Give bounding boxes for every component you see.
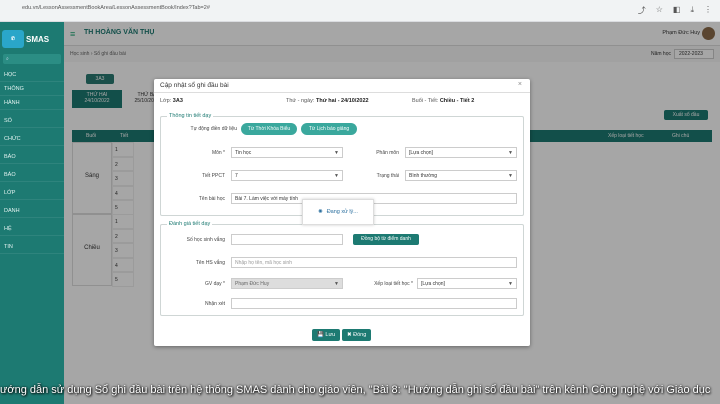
absent-names-label: Tên HS vắng <box>195 260 225 266</box>
auto-fill-label: Tự động điền dữ liệu <box>190 126 237 132</box>
sidebar-item-4[interactable]: SỔ <box>0 114 64 128</box>
chevron-down-icon: ▼ <box>508 150 513 156</box>
subject-select[interactable]: Tin học ▼ <box>231 147 343 158</box>
comment-input[interactable] <box>231 298 517 309</box>
browser-toolbar: ⤴ ☆ ◧ ⤓ ⋮ <box>638 5 712 16</box>
absent-names-input[interactable]: Nhập họ tên, mã học sinh <box>231 257 517 268</box>
sidebar: ✆ SMAS ⌕ HỌC THÔNG HÀNH SỔ CHỨC BÁO BÁO … <box>0 22 64 404</box>
part-label: Phân môn <box>376 150 399 156</box>
loading-indicator: ✺ Đang xử lý... <box>302 199 374 225</box>
browser-bar: edu.vn/LessonAssessmentBookArea/LessonAs… <box>0 0 720 22</box>
section-title: Thông tin tiết dạy <box>167 113 214 119</box>
comment-label: Nhận xét <box>204 301 225 307</box>
chevron-down-icon: ▼ <box>508 173 513 179</box>
spinner-icon: ✺ <box>318 209 323 215</box>
sidebar-item-9[interactable]: DANH <box>0 204 64 218</box>
lesson-label: Tên bài học <box>198 196 225 202</box>
dialog-title: Cập nhật sổ ghi đầu bài <box>160 82 229 89</box>
status-select[interactable]: Bình thường ▼ <box>405 170 517 181</box>
sidebar-item-5[interactable]: CHỨC <box>0 132 64 146</box>
logo-badge: ✆ <box>2 30 24 48</box>
teacher-label: GV dạy * <box>204 281 225 287</box>
sidebar-item-6[interactable]: BÁO <box>0 150 64 164</box>
fill-from-schedule-button[interactable]: Từ Lịch báo giảng <box>301 123 357 135</box>
ppct-select[interactable]: 7 ▼ <box>231 170 343 181</box>
chevron-down-icon: ▼ <box>334 173 339 179</box>
rating-select[interactable]: [Lựa chọn] ▼ <box>417 278 517 289</box>
sidebar-item-7[interactable]: BÁO <box>0 168 64 182</box>
fill-from-timetable-button[interactable]: Từ Thời Khóa Biểu <box>241 123 297 135</box>
chevron-down-icon: ▼ <box>334 150 339 156</box>
lesson-input[interactable]: Bài 7. Làm việc với máy tính <box>231 193 517 204</box>
close-icon[interactable]: × <box>518 81 522 88</box>
logo: ✆ SMAS <box>0 28 64 50</box>
sidebar-item-3[interactable]: HÀNH <box>0 96 64 110</box>
divider <box>154 92 530 93</box>
ppct-label: Tiết PPCT <box>202 173 225 179</box>
sidebar-item-11[interactable]: TIN <box>0 240 64 254</box>
video-caption: ướng dẫn sử dụng Sổ ghi đầu bài trên hệ … <box>0 384 711 396</box>
rating-label: Xếp loại tiết học * <box>374 281 413 287</box>
sidebar-item-1[interactable]: HỌC <box>0 68 64 82</box>
part-select[interactable]: [Lựa chọn] ▼ <box>405 147 517 158</box>
class-info: Lớp: 3A3 <box>160 98 183 104</box>
loading-text: Đang xử lý... <box>326 209 358 215</box>
address-bar[interactable]: edu.vn/LessonAssessmentBookArea/LessonAs… <box>22 5 210 11</box>
absent-count-label: Số học sinh vắng <box>186 237 225 243</box>
absent-count-input[interactable] <box>231 234 343 245</box>
save-button[interactable]: 💾 Lưu <box>312 329 341 341</box>
sidebar-item-10[interactable]: HỆ <box>0 222 64 236</box>
sync-attendance-button[interactable]: Đồng bộ từ điểm danh <box>353 234 419 245</box>
sidebar-search[interactable]: ⌕ <box>3 54 61 64</box>
sidebar-item-2[interactable]: THÔNG <box>0 82 64 96</box>
menu-icon[interactable]: ⋮ <box>704 5 712 16</box>
star-icon[interactable]: ☆ <box>656 5 663 16</box>
chevron-down-icon: ▼ <box>508 281 513 287</box>
extensions-icon[interactable]: ◧ <box>673 5 681 16</box>
subject-label: Môn * <box>211 150 225 156</box>
sidebar-item-8[interactable]: LỚP <box>0 186 64 200</box>
section-title: Đánh giá tiết dạy <box>167 221 213 227</box>
chevron-down-icon: ▼ <box>334 281 339 287</box>
close-button[interactable]: ✖ Đóng <box>342 329 372 341</box>
evaluation-section: Đánh giá tiết dạy Số học sinh vắng Đồng … <box>160 221 524 316</box>
date-info: Thứ - ngày: Thứ hai - 24/10/2022 <box>286 98 369 104</box>
logo-text: SMAS <box>26 34 50 44</box>
download-icon[interactable]: ⤓ <box>690 5 694 16</box>
teacher-select: Phạm Đức Huy ▼ <box>231 278 343 289</box>
session-info: Buổi - Tiết: Chiều - Tiết 2 <box>412 98 475 104</box>
status-label: Trạng thái <box>376 173 399 179</box>
share-icon[interactable]: ⤴ <box>638 5 646 16</box>
